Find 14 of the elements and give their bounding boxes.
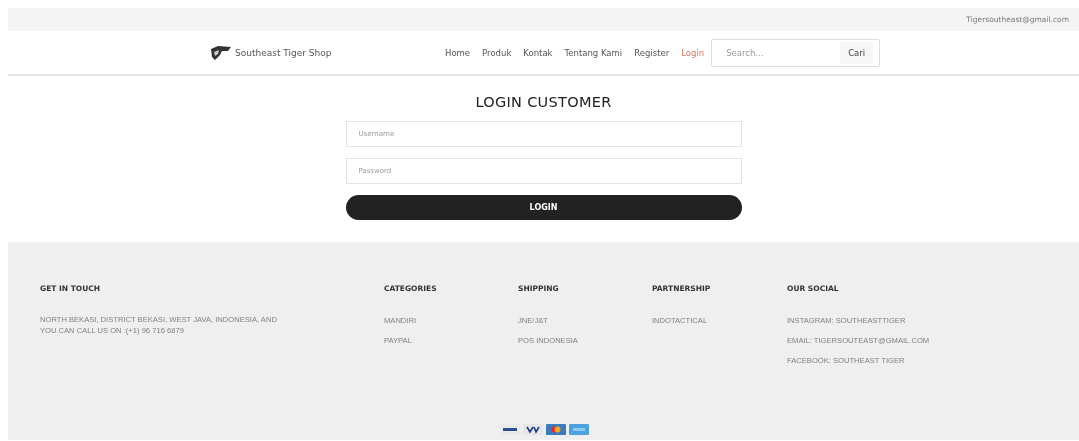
page-title: LOGIN CUSTOMER bbox=[475, 94, 612, 110]
payment-card-icon bbox=[546, 424, 566, 435]
search-button[interactable]: Cari bbox=[840, 41, 874, 64]
nav-link[interactable]: Register bbox=[628, 47, 676, 58]
brand-name[interactable]: Southeast Tiger Shop bbox=[235, 47, 332, 58]
nav-link[interactable]: Produk bbox=[476, 47, 518, 58]
search-field[interactable]: Search... Cari bbox=[711, 38, 881, 67]
nav-link[interactable]: Home bbox=[439, 47, 477, 58]
logo-icon bbox=[210, 44, 232, 61]
login-button[interactable]: LOGIN bbox=[345, 195, 742, 220]
payment-card-icon bbox=[523, 424, 543, 435]
nav-link[interactable]: Kontak bbox=[517, 47, 559, 58]
payment-card-icon bbox=[569, 424, 589, 435]
nav-link[interactable]: Tentang Kami bbox=[558, 47, 629, 58]
